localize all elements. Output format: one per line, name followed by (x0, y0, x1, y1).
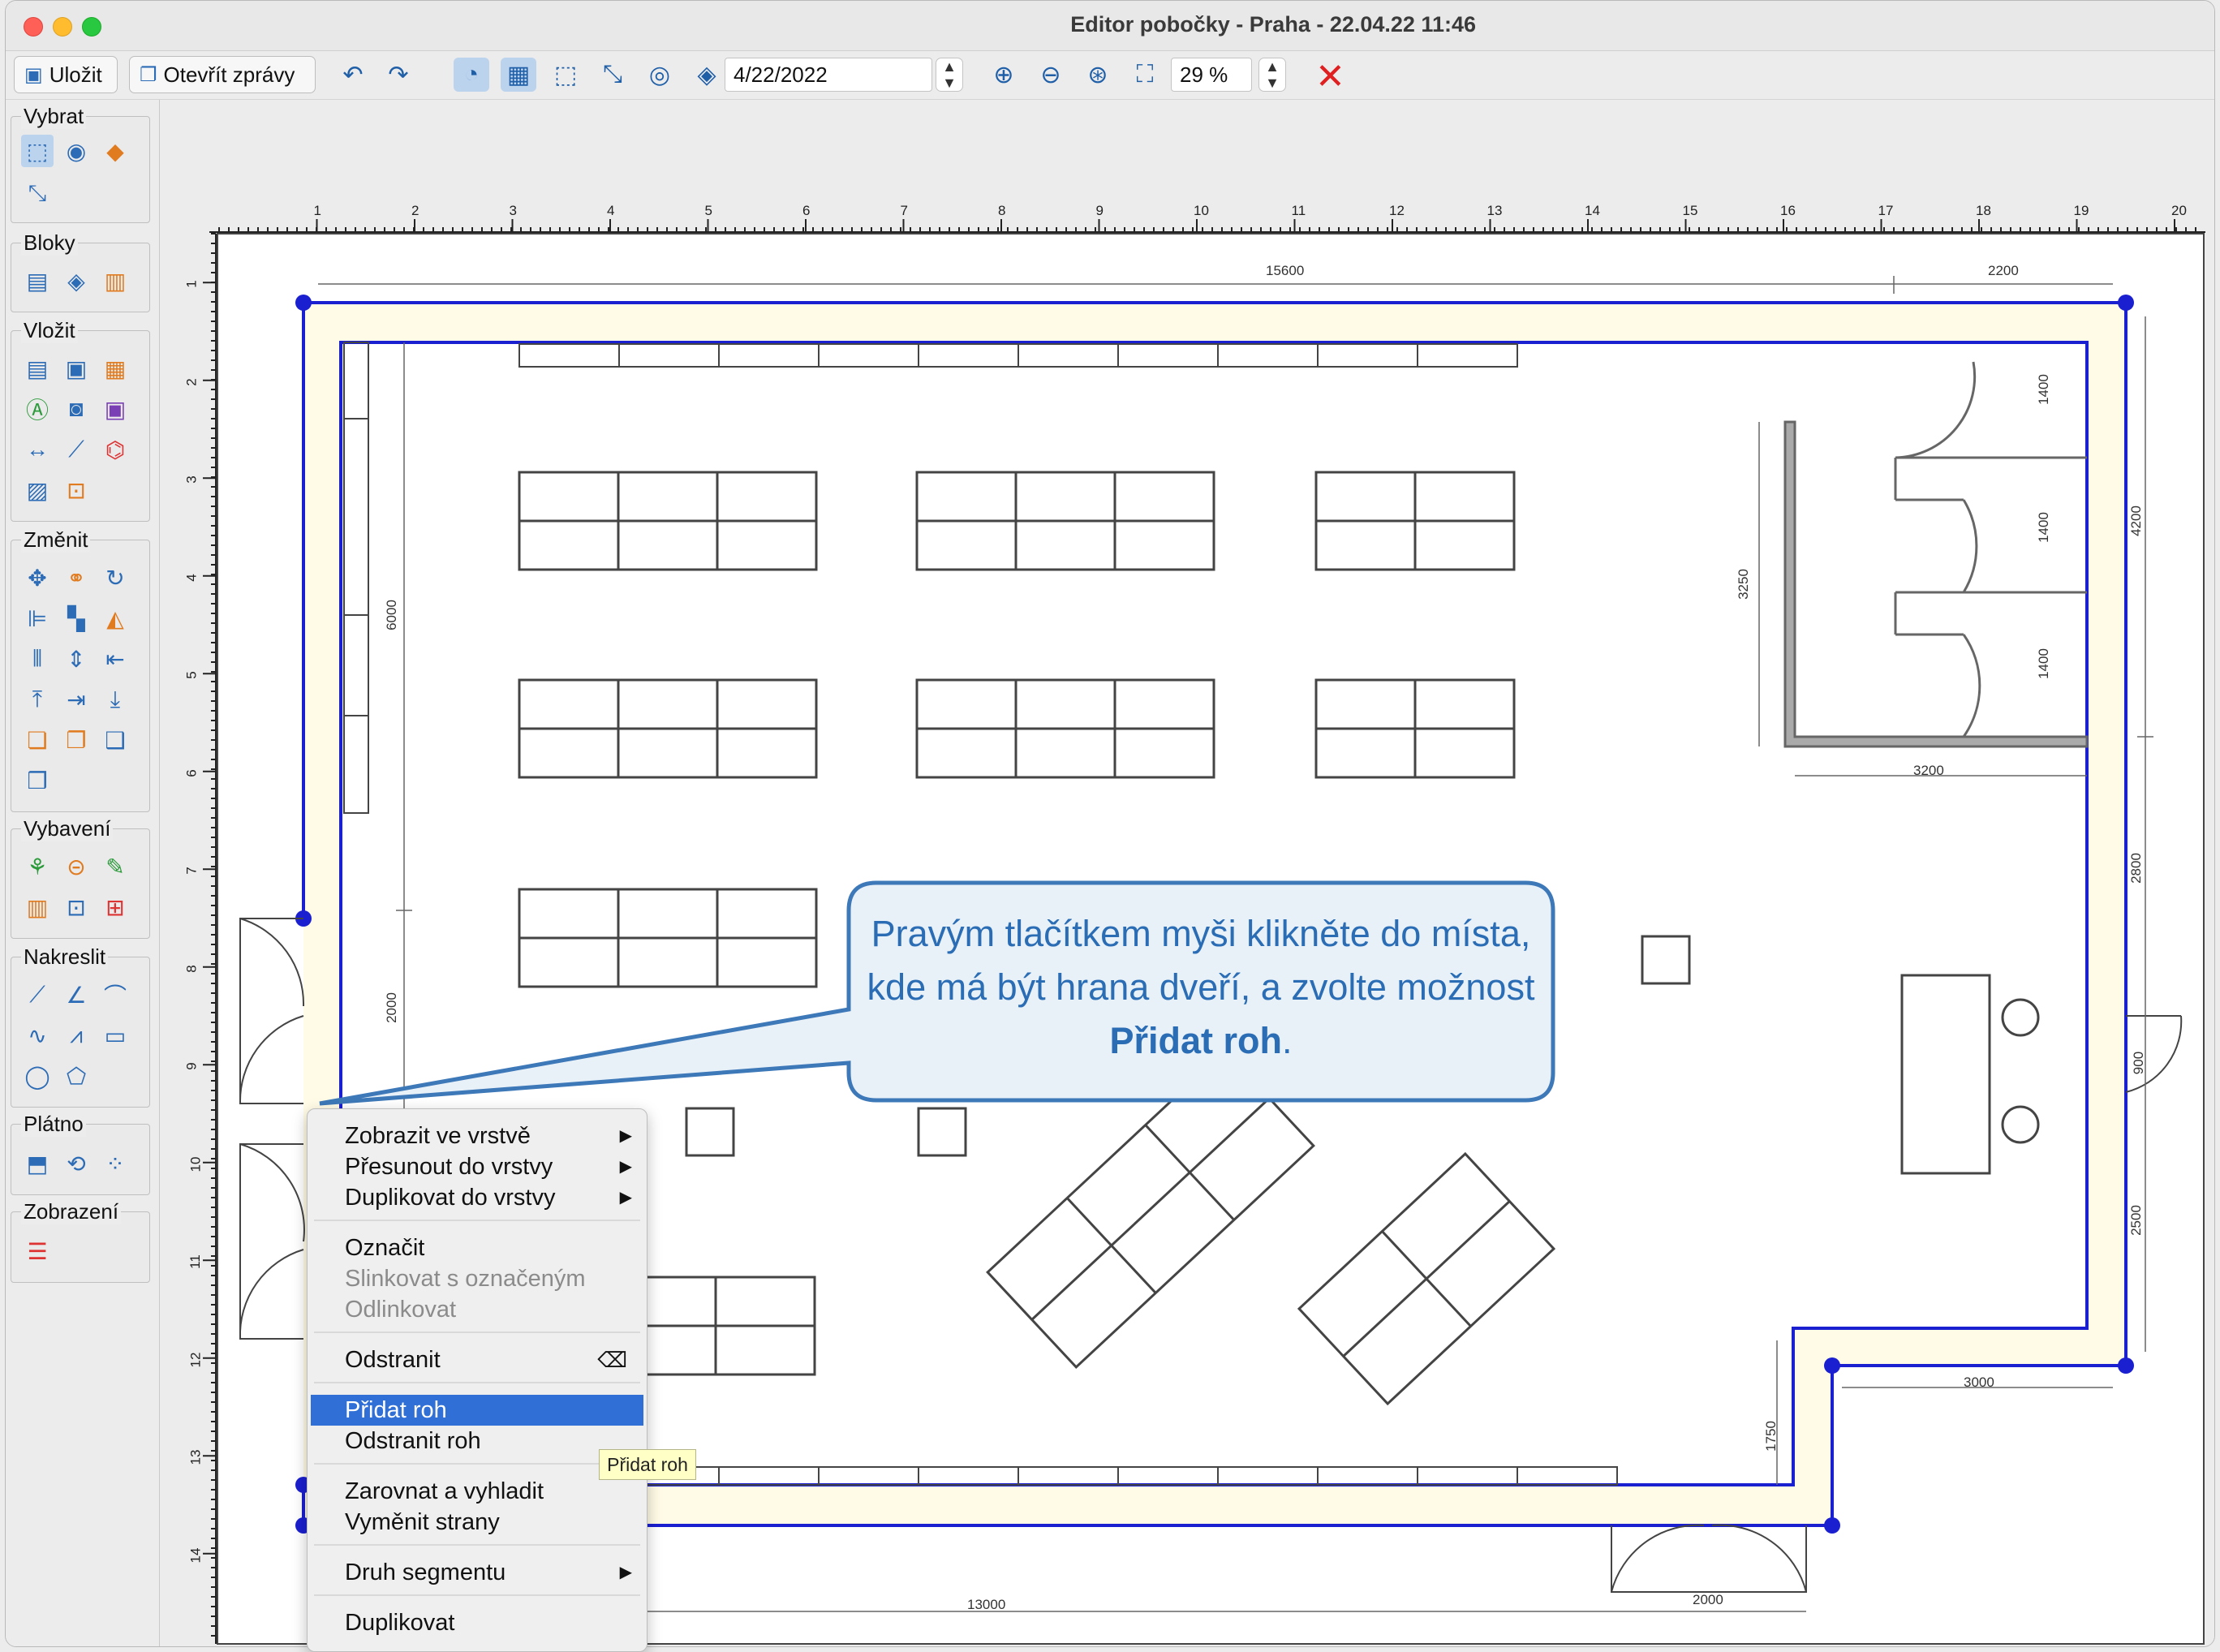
menu-duplicate-to-layer[interactable]: Duplikovat do vrstvy ▶ (308, 1182, 647, 1213)
menu-label: Duplikovat do vrstvy (345, 1185, 556, 1211)
menu-separator (314, 1594, 640, 1596)
ruler-tick-label: 5 (704, 203, 712, 218)
menu-link-with-selected: Slinkovat s označeným (308, 1263, 647, 1294)
menu-label: Odlinkovat (345, 1297, 457, 1323)
menu-segment-type[interactable]: Druh segmentu ▶ (308, 1557, 647, 1588)
ruler-tick-label: 14 (1585, 203, 1600, 218)
menu-show-in-layer[interactable]: Zobrazit ve vrstvě ▶ (308, 1121, 647, 1151)
ruler-tick-label: 9 (1095, 203, 1104, 218)
menu-label: Označit (345, 1235, 425, 1261)
ruler-tick-label: 13 (187, 1449, 204, 1465)
menu-align-smooth[interactable]: Zarovnat a vyhladit (308, 1476, 647, 1507)
context-menu: Zobrazit ve vrstvě ▶ Přesunout do vrstvy ▶… (307, 1108, 648, 1652)
callout-text: Pravým tlačítkem myši klikněte do místa,… (850, 907, 1551, 1068)
menu-separator (314, 1331, 640, 1333)
ruler-tick-label: 7 (183, 867, 200, 875)
menu-label: Duplikovat (345, 1610, 455, 1636)
ruler-tick-label: 12 (187, 1352, 204, 1368)
menu-select[interactable]: Označit (308, 1233, 647, 1263)
submenu-arrow-icon: ▶ (619, 1189, 632, 1207)
menu-remove-corner[interactable]: Odstranit roh (308, 1426, 647, 1456)
tooltip: Přidat roh (599, 1449, 696, 1480)
menu-swap-sides[interactable]: Vyměnit strany (308, 1507, 647, 1538)
ruler-tick-label: 5 (183, 671, 200, 679)
menu-label: Přidat roh (345, 1397, 447, 1423)
ruler-tick-label: 1 (183, 280, 200, 288)
ruler-tick-label: 8 (998, 203, 1006, 218)
vertical-ruler (203, 233, 217, 1644)
ruler-tick-label: 8 (183, 965, 200, 973)
menu-label: Vyměnit strany (345, 1509, 500, 1535)
horizontal-ruler (209, 219, 2205, 233)
menu-move-to-layer[interactable]: Přesunout do vrstvy ▶ (308, 1151, 647, 1182)
ruler-tick-label: 2 (183, 378, 200, 386)
menu-separator (314, 1544, 640, 1546)
ruler-tick-label: 18 (1976, 203, 1991, 218)
ruler-tick-label: 16 (1780, 203, 1796, 218)
ruler-tick-label: 13 (1486, 203, 1503, 218)
ruler-tick-label: 15 (1682, 203, 1698, 218)
menu-label: Odstranit roh (345, 1428, 481, 1454)
menu-delete[interactable]: Odstranit ⌫ (308, 1344, 647, 1375)
submenu-arrow-icon: ▶ (619, 1564, 632, 1581)
menu-label: Zarovnat a vyhladit (345, 1478, 544, 1504)
ruler-tick-label: 10 (1194, 203, 1209, 218)
callout-text-main: Pravým tlačítkem myši klikněte do místa,… (867, 913, 1535, 1008)
submenu-arrow-icon: ▶ (619, 1127, 632, 1145)
menu-separator (314, 1220, 640, 1221)
ruler-tick-label: 6 (183, 769, 200, 777)
ruler-tick-label: 19 (2073, 203, 2089, 218)
ruler-tick-label: 3 (183, 475, 200, 484)
menu-label: Odstranit (345, 1347, 441, 1373)
menu-unlink: Odlinkovat (308, 1294, 647, 1325)
callout-text-bold: Přidat roh (1109, 1020, 1282, 1061)
menu-duplicate[interactable]: Duplikovat (308, 1607, 647, 1638)
ruler-tick-label: 11 (187, 1254, 203, 1270)
ruler-tick-label: 20 (2171, 203, 2187, 218)
ruler-tick-label: 6 (802, 203, 811, 218)
ruler-tick-label: 12 (1389, 203, 1405, 218)
callout-text-end: . (1282, 1020, 1293, 1061)
ruler-tick-label: 1 (313, 203, 321, 218)
ruler-tick-label: 14 (187, 1547, 204, 1564)
ruler-tick-label: 3 (509, 203, 517, 218)
menu-label: Druh segmentu (345, 1560, 506, 1585)
menu-label: Slinkovat s označeným (345, 1266, 586, 1292)
ruler-tick-label: 4 (183, 574, 200, 582)
menu-label: Zobrazit ve vrstvě (345, 1123, 531, 1149)
submenu-arrow-icon: ▶ (619, 1158, 632, 1176)
ruler-tick-label: 7 (900, 203, 908, 218)
ruler-tick-label: 9 (183, 1062, 200, 1070)
ruler-tick-label: 2 (411, 203, 419, 218)
delete-key-icon: ⌫ (597, 1348, 627, 1372)
ruler-tick-label: 11 (1291, 203, 1306, 218)
ruler-tick-label: 4 (607, 203, 615, 218)
ruler-tick-label: 17 (1878, 203, 1894, 218)
ruler-tick-label: 10 (187, 1156, 204, 1172)
menu-add-corner[interactable]: Přidat roh (311, 1395, 643, 1426)
menu-label: Přesunout do vrstvy (345, 1154, 553, 1180)
menu-separator (314, 1382, 640, 1383)
menu-separator (314, 1463, 640, 1465)
